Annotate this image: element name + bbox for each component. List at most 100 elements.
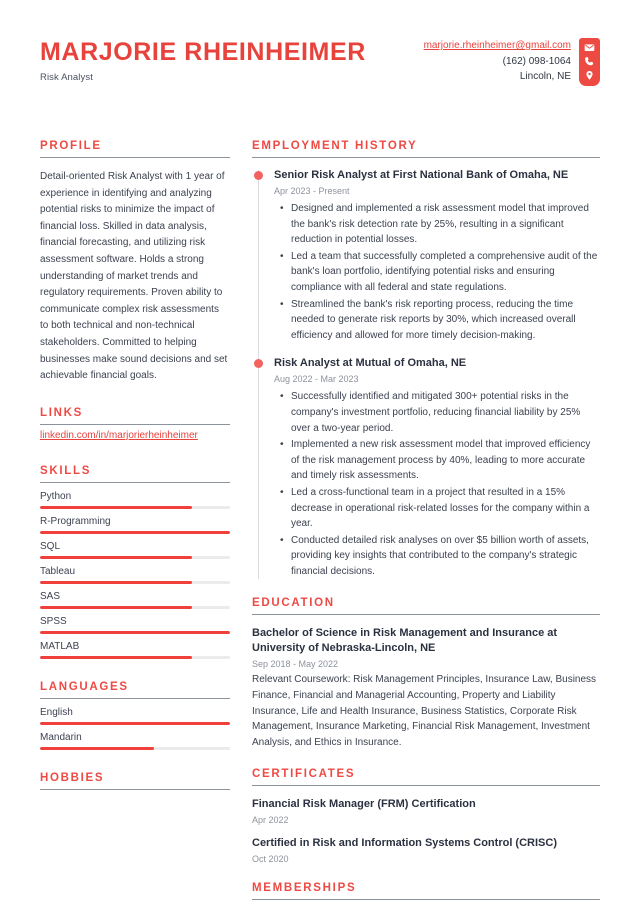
education-entry: Bachelor of Science in Risk Management a… bbox=[252, 626, 600, 750]
employment-bullets: Designed and implemented a risk assessme… bbox=[274, 201, 600, 343]
job-title: Risk Analyst bbox=[40, 72, 93, 83]
language-fill bbox=[40, 746, 154, 750]
skill-track bbox=[40, 655, 230, 659]
skill-fill bbox=[40, 580, 192, 584]
certificate-title: Certified in Risk and Information System… bbox=[252, 837, 557, 850]
resume-header: Marjorie Rheinheimer Risk Analyst marjor… bbox=[40, 36, 600, 128]
skill-track bbox=[40, 555, 230, 559]
section-title-links: Links bbox=[40, 406, 83, 419]
skill-label: SQL bbox=[40, 540, 61, 552]
skill-fill bbox=[40, 655, 192, 659]
section-title-skills: Skills bbox=[40, 464, 92, 477]
employment-entry: Risk Analyst at Mutual of Omaha, NE Aug … bbox=[254, 356, 600, 579]
contact-block: marjorie.rheinheimer@gmail.com (162) 098… bbox=[424, 36, 600, 86]
section-memberships: Memberships bbox=[252, 882, 600, 901]
section-title-memberships: Memberships bbox=[252, 882, 357, 895]
right-column: Employment History Senior Risk Analyst a… bbox=[252, 140, 600, 905]
section-title-certificates: Certificates bbox=[252, 768, 356, 781]
skill-track bbox=[40, 630, 230, 634]
section-title-employment: Employment History bbox=[252, 140, 418, 152]
section-rule bbox=[40, 697, 230, 699]
skill-track bbox=[40, 505, 230, 509]
language-label: English bbox=[40, 706, 73, 718]
bullet-item: Implemented a new risk assessment model … bbox=[280, 437, 600, 484]
certificate-title: Financial Risk Manager (FRM) Certificati… bbox=[252, 798, 476, 811]
section-certificates: Certificates Financial Risk Manager (FRM… bbox=[252, 768, 600, 864]
bullet-item: Led a team that successfully completed a… bbox=[280, 249, 600, 296]
phone-icon bbox=[584, 56, 595, 67]
skill-label: SPSS bbox=[40, 615, 67, 627]
skill-item: SPSS bbox=[40, 616, 230, 634]
section-hobbies: Hobbies bbox=[40, 772, 230, 790]
section-profile: Profile Detail-oriented Risk Analyst wit… bbox=[40, 140, 230, 385]
page-title: Marjorie Rheinheimer bbox=[40, 38, 366, 66]
section-languages: Languages English Mandarin bbox=[40, 681, 230, 750]
language-fill bbox=[40, 721, 230, 725]
skill-item: SAS bbox=[40, 591, 230, 609]
section-skills: Skills Python R-Programming SQL bbox=[40, 465, 230, 659]
education-title: Bachelor of Science in Risk Management a… bbox=[252, 627, 558, 655]
employment-title: Risk Analyst at Mutual of Omaha, NE bbox=[274, 357, 467, 370]
skill-fill bbox=[40, 505, 192, 509]
skill-track bbox=[40, 605, 230, 609]
section-education: Education Bachelor of Science in Risk Ma… bbox=[252, 597, 600, 750]
resume-body: Profile Detail-oriented Risk Analyst wit… bbox=[40, 140, 600, 905]
section-rule bbox=[40, 788, 230, 790]
bullet-item: Conducted detailed risk analyses on over… bbox=[280, 533, 600, 580]
language-track bbox=[40, 746, 230, 750]
section-rule bbox=[40, 157, 230, 158]
employment-date: Apr 2023 - Present bbox=[274, 186, 350, 196]
skill-item: SQL bbox=[40, 541, 230, 559]
language-label: Mandarin bbox=[40, 731, 82, 743]
section-rule bbox=[252, 785, 600, 787]
skill-label: Python bbox=[40, 490, 72, 502]
certificate-date: Apr 2022 bbox=[252, 815, 289, 826]
language-item: Mandarin bbox=[40, 732, 230, 750]
employment-bullets: Successfully identified and mitigated 30… bbox=[274, 389, 600, 579]
employment-title: Senior Risk Analyst at First National Ba… bbox=[274, 169, 569, 181]
linkedin-link[interactable]: linkedin.com/in/marjorierheinheimer bbox=[40, 430, 198, 441]
contact-lines: marjorie.rheinheimer@gmail.com (162) 098… bbox=[424, 38, 579, 85]
timeline-dot-icon bbox=[254, 171, 263, 180]
skill-fill bbox=[40, 630, 230, 634]
skill-label: SAS bbox=[40, 590, 61, 602]
employment-date: Aug 2022 - Mar 2023 bbox=[274, 374, 359, 385]
section-rule bbox=[252, 614, 600, 616]
contact-icon-bar bbox=[579, 38, 600, 86]
certificate-entry: Certified in Risk and Information System… bbox=[252, 836, 600, 864]
languages-list: English Mandarin bbox=[40, 707, 230, 750]
employment-entry: Senior Risk Analyst at First National Ba… bbox=[254, 168, 600, 343]
skill-label: MATLAB bbox=[40, 640, 80, 652]
section-title-education: Education bbox=[252, 597, 335, 610]
section-rule bbox=[252, 899, 600, 901]
skill-label: R-Programming bbox=[40, 515, 111, 527]
skill-item: Tableau bbox=[40, 566, 230, 584]
skill-fill bbox=[40, 530, 230, 534]
skill-label: Tableau bbox=[40, 565, 76, 577]
left-column: Profile Detail-oriented Risk Analyst wit… bbox=[40, 140, 230, 905]
skill-item: R-Programming bbox=[40, 516, 230, 534]
envelope-icon bbox=[584, 42, 595, 53]
timeline-dot-icon bbox=[254, 359, 263, 369]
skill-fill bbox=[40, 555, 192, 559]
employment-timeline: Senior Risk Analyst at First National Ba… bbox=[252, 168, 600, 580]
skill-item: Python bbox=[40, 491, 230, 509]
education-description: Relevant Coursework: Risk Management Pri… bbox=[252, 674, 597, 748]
section-rule bbox=[40, 423, 230, 425]
section-title-hobbies: Hobbies bbox=[40, 771, 105, 784]
section-title-profile: Profile bbox=[40, 140, 102, 152]
resume-page: Marjorie Rheinheimer Risk Analyst marjor… bbox=[0, 0, 640, 905]
bullet-item: Streamlined the bank's risk reporting pr… bbox=[280, 297, 600, 344]
phone-value: (162) 098-1064 bbox=[502, 55, 571, 67]
certificate-entry: Financial Risk Manager (FRM) Certificati… bbox=[252, 797, 600, 825]
map-pin-icon bbox=[584, 70, 595, 81]
name-block: Marjorie Rheinheimer Risk Analyst bbox=[40, 36, 366, 83]
profile-text: Detail-oriented Risk Analyst with 1 year… bbox=[40, 171, 228, 382]
language-track bbox=[40, 721, 230, 725]
bullet-item: Led a cross-functional team in a project… bbox=[280, 485, 600, 532]
bullet-item: Successfully identified and mitigated 30… bbox=[280, 389, 600, 436]
skills-list: Python R-Programming SQL Tableau SAS SPS… bbox=[40, 491, 230, 659]
section-title-languages: Languages bbox=[40, 680, 129, 693]
email-link[interactable]: marjorie.rheinheimer@gmail.com bbox=[424, 40, 571, 51]
skill-track bbox=[40, 580, 230, 584]
